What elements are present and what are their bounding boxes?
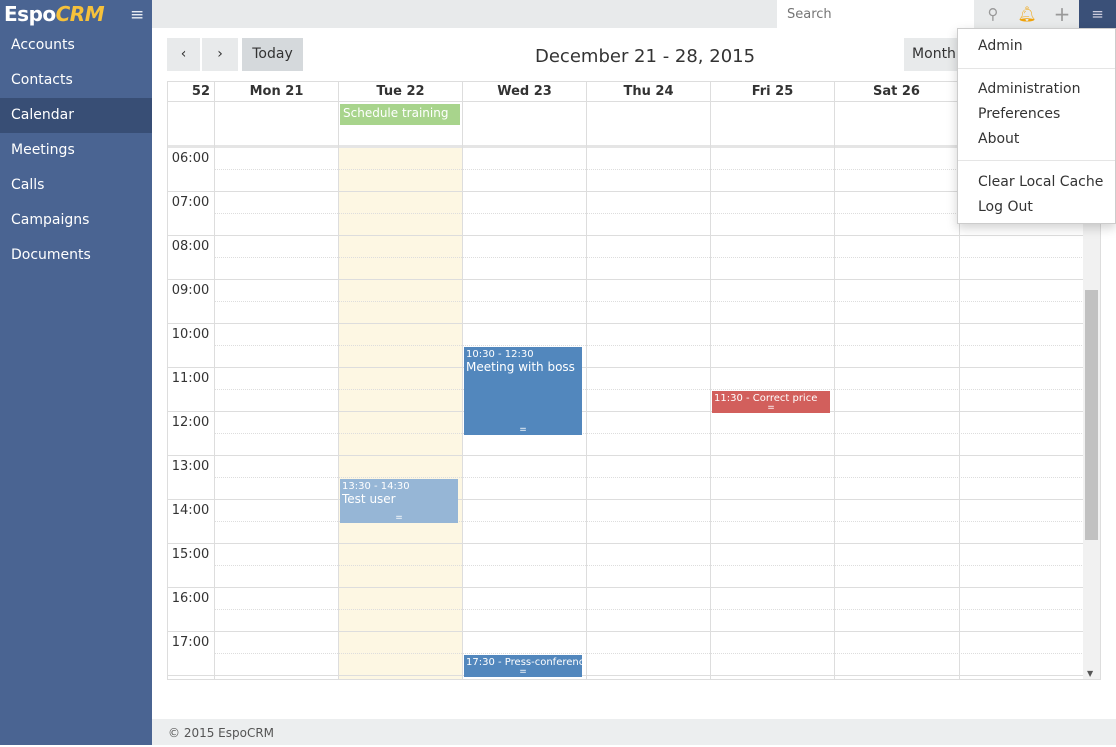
month-view-button[interactable]: Month — [904, 38, 964, 71]
menu-item-administration[interactable]: Administration — [978, 81, 1080, 97]
hour-line — [168, 631, 1084, 632]
calendar-event[interactable]: 10:30 - 12:30 Meeting with boss = — [464, 347, 582, 435]
plus-icon[interactable]: + — [1047, 0, 1077, 28]
sidebar-item-contacts[interactable]: Contacts — [0, 63, 152, 98]
footer: © 2015 EspoCRM — [152, 719, 1116, 745]
day-header: Sat 26 — [834, 82, 958, 102]
column-line — [710, 102, 711, 679]
today-column — [338, 148, 462, 679]
bell-icon[interactable]: 🔔︎ — [1012, 0, 1042, 28]
column-line — [214, 102, 215, 679]
day-header: Mon 21 — [214, 82, 338, 102]
scroll-down-icon[interactable]: ▼ — [1087, 669, 1093, 678]
half-hour-line — [214, 345, 1084, 346]
menu-item-about[interactable]: About — [978, 131, 1019, 147]
hour-label: 15:00 — [171, 547, 210, 562]
hour-label: 16:00 — [171, 591, 210, 606]
menu-item-clear-cache[interactable]: Clear Local Cache — [978, 174, 1103, 190]
event-time: 13:30 - 14:30 — [342, 481, 410, 492]
half-hour-line — [214, 477, 1084, 478]
scrollbar-thumb[interactable] — [1085, 290, 1098, 540]
sidebar-item-campaigns[interactable]: Campaigns — [0, 203, 152, 238]
half-hour-line — [214, 565, 1084, 566]
calendar-event[interactable]: 17:30 - Press-conference = — [464, 655, 582, 677]
hour-label: 14:00 — [171, 503, 210, 518]
hour-label: 06:00 — [171, 151, 210, 166]
hour-line — [168, 279, 1084, 280]
hour-line — [168, 191, 1084, 192]
sidebar-item-calls[interactable]: Calls — [0, 168, 152, 203]
resize-handle-icon[interactable]: = — [464, 425, 582, 435]
column-line — [338, 102, 339, 679]
event-time: 10:30 - 12:30 — [466, 349, 534, 360]
sidebar-item-meetings[interactable]: Meetings — [0, 133, 152, 168]
hour-line — [168, 499, 1084, 500]
hour-line — [168, 675, 1084, 676]
hour-line — [168, 455, 1084, 456]
allday-divider — [168, 145, 1084, 148]
event-name: Test user — [342, 492, 396, 506]
sidebar-toggle-icon[interactable]: ≡ — [130, 5, 144, 25]
topbar: ⚲ 🔔︎ + ≡ — [152, 0, 1116, 28]
user-dropdown-menu: Admin Administration Preferences About C… — [957, 28, 1116, 224]
event-name: Meeting with boss — [466, 360, 575, 374]
next-button[interactable]: › — [202, 38, 238, 71]
half-hour-line — [214, 301, 1084, 302]
hour-label: 11:00 — [171, 371, 210, 386]
hour-label: 17:00 — [171, 635, 210, 650]
hour-label: 07:00 — [171, 195, 210, 210]
menu-item-admin[interactable]: Admin — [978, 38, 1023, 54]
week-number: 52 — [168, 82, 214, 102]
calendar-title: December 21 - 28, 2015 — [535, 46, 756, 67]
half-hour-line — [214, 433, 1084, 434]
hour-line — [168, 235, 1084, 236]
hour-line — [168, 411, 1084, 412]
day-header: Wed 23 — [462, 82, 586, 102]
half-hour-line — [214, 609, 1084, 610]
resize-handle-icon[interactable]: = — [464, 667, 582, 677]
menu-icon[interactable]: ≡ — [1079, 0, 1116, 28]
scrollbar[interactable]: ▼ — [1083, 148, 1100, 679]
calendar-event[interactable]: 13:30 - 14:30 Test user = — [340, 479, 458, 523]
resize-handle-icon[interactable]: = — [712, 403, 830, 413]
hour-line — [168, 587, 1084, 588]
hour-label: 13:00 — [171, 459, 210, 474]
sidebar-item-documents[interactable]: Documents — [0, 238, 152, 273]
half-hour-line — [214, 257, 1084, 258]
day-header: Thu 24 — [586, 82, 710, 102]
menu-item-logout[interactable]: Log Out — [978, 199, 1033, 215]
half-hour-line — [214, 389, 1084, 390]
day-header: Fri 25 — [710, 82, 834, 102]
hour-label: 08:00 — [171, 239, 210, 254]
sidebar: EspoCRM ≡ Accounts Contacts Calendar Mee… — [0, 0, 152, 745]
hour-label: 09:00 — [171, 283, 210, 298]
hour-line — [168, 543, 1084, 544]
half-hour-line — [214, 213, 1084, 214]
sidebar-item-calendar[interactable]: Calendar — [0, 98, 152, 133]
today-button[interactable]: Today — [242, 38, 303, 71]
hour-line — [168, 323, 1084, 324]
day-header: Tue 22 — [338, 82, 462, 102]
hour-line — [168, 367, 1084, 368]
menu-item-preferences[interactable]: Preferences — [978, 106, 1060, 122]
column-line — [462, 102, 463, 679]
allday-event[interactable]: Schedule training — [340, 104, 460, 125]
hour-label: 10:00 — [171, 327, 210, 342]
sidebar-item-accounts[interactable]: Accounts — [0, 28, 152, 63]
half-hour-line — [214, 653, 1084, 654]
half-hour-line — [214, 169, 1084, 170]
search-icon[interactable]: ⚲ — [978, 0, 1008, 28]
search-input[interactable] — [777, 0, 974, 28]
column-line — [586, 102, 587, 679]
calendar-event[interactable]: 11:30 - Correct price = — [712, 391, 830, 413]
prev-button[interactable]: ‹ — [167, 38, 200, 71]
hour-label: 12:00 — [171, 415, 210, 430]
resize-handle-icon[interactable]: = — [340, 513, 458, 523]
logo[interactable]: EspoCRM — [4, 2, 105, 28]
column-line — [834, 102, 835, 679]
